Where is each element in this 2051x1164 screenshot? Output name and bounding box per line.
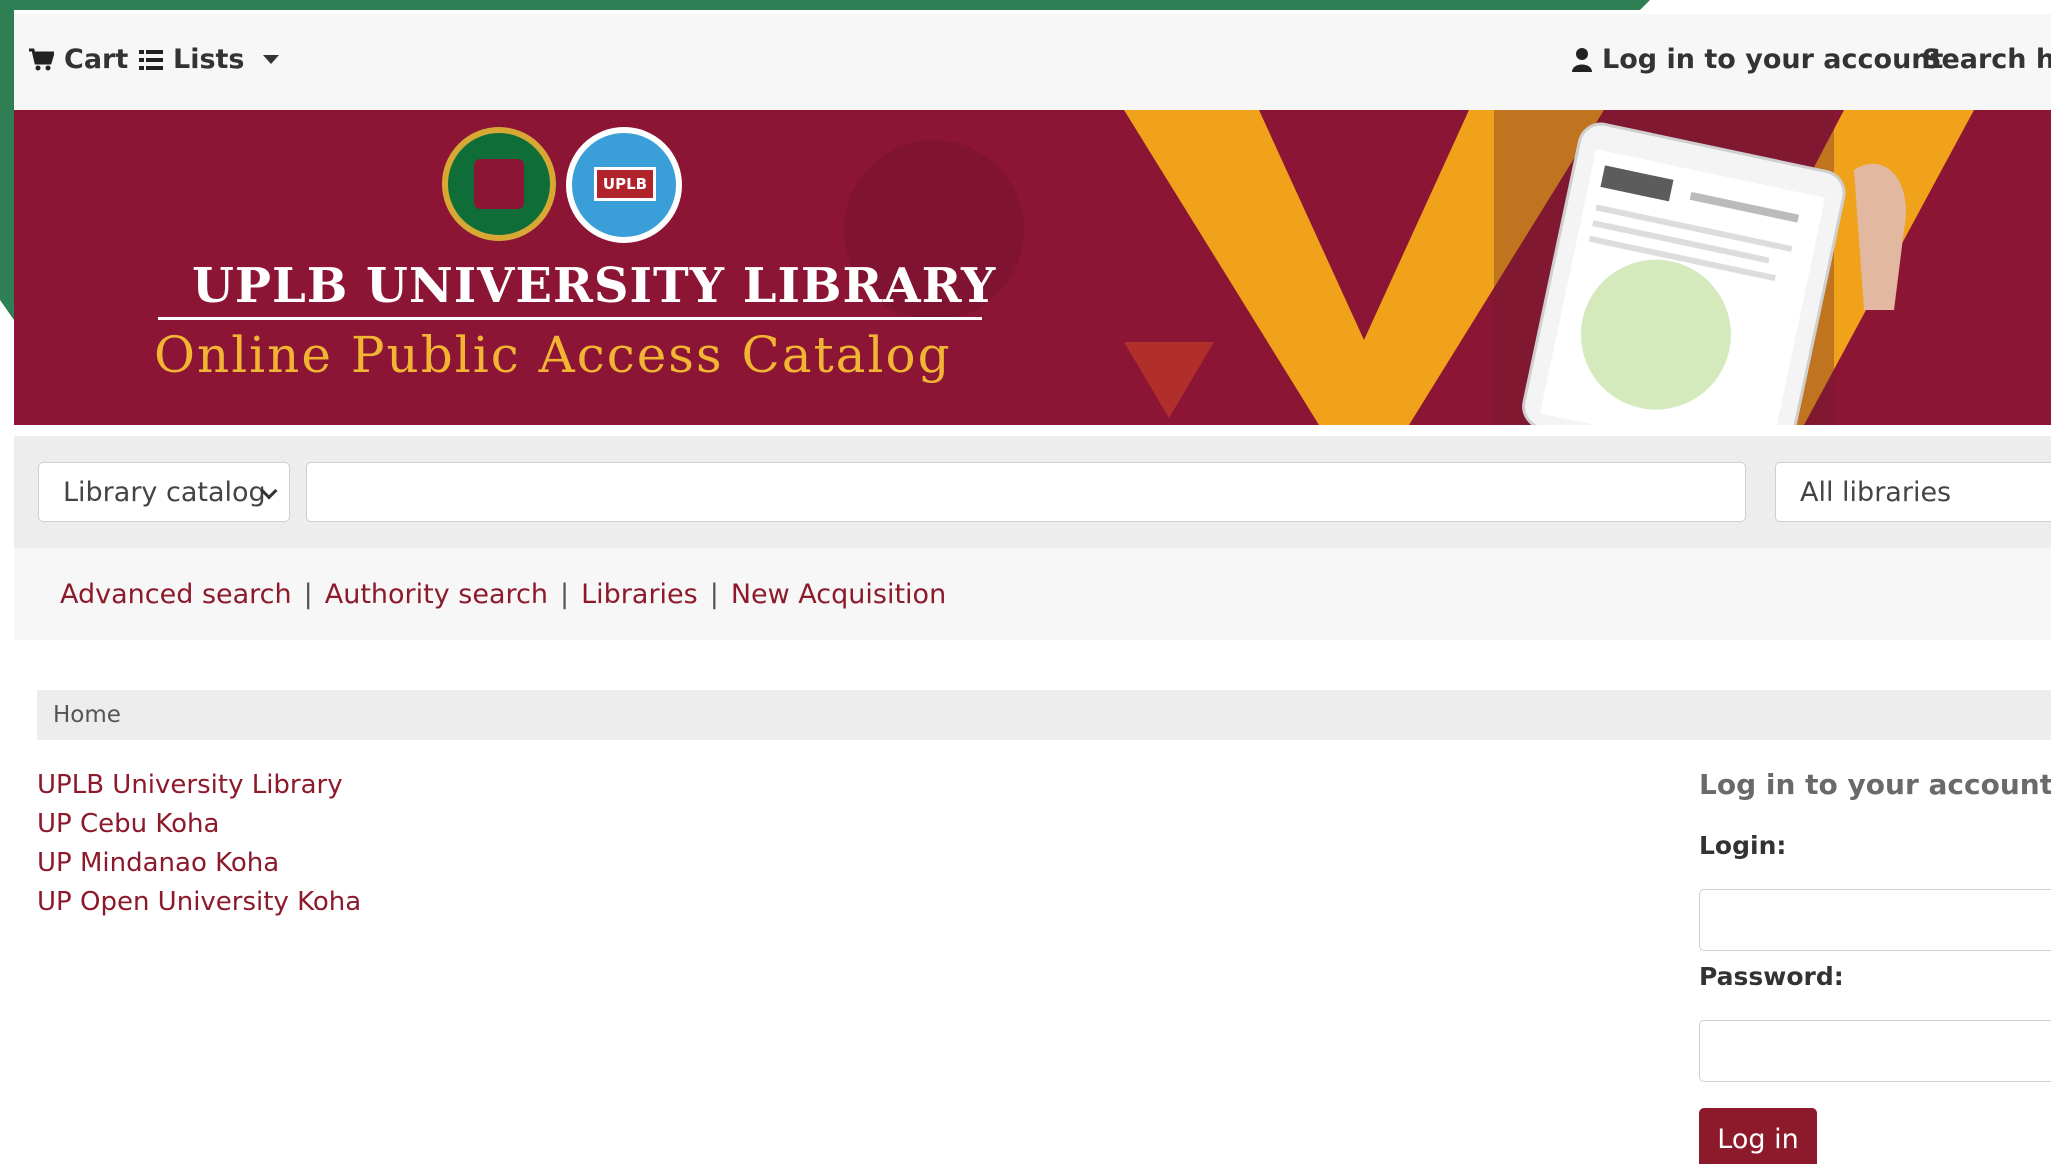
search-input[interactable]	[306, 462, 1746, 522]
password-input[interactable]	[1699, 1020, 2051, 1082]
search-bar: Library catalog All libraries	[14, 436, 2051, 548]
separator: |	[709, 578, 719, 610]
authority-search-link[interactable]: Authority search	[325, 579, 548, 610]
login-input[interactable]	[1699, 889, 2051, 951]
new-acquisition-link[interactable]: New Acquisition	[731, 579, 946, 610]
separator: |	[303, 578, 313, 610]
login-button[interactable]: Log in	[1699, 1108, 1817, 1164]
page: Cart Lists Log in to your account Search…	[0, 0, 2051, 1164]
up-seal-logo	[442, 127, 556, 241]
advanced-search-link[interactable]: Advanced search	[60, 579, 292, 610]
link-uplb-university-library[interactable]: UPLB University Library	[37, 766, 361, 805]
cart-icon	[29, 48, 54, 70]
cart-label: Cart	[64, 44, 129, 75]
login-link-label: Log in to your account	[1602, 44, 1944, 75]
library-select-value: All libraries	[1800, 476, 1952, 508]
breadcrumb: Home	[37, 690, 2051, 740]
banner-subtitle: Online Public Access Catalog	[154, 326, 952, 384]
search-history-link[interactable]: Search his	[1922, 44, 2051, 75]
user-icon	[1572, 47, 1592, 72]
more-searches-bar: Advanced search | Authority search | Lib…	[14, 548, 2051, 640]
chevron-down-icon	[262, 55, 279, 64]
catalog-select-value: Library catalog	[63, 476, 266, 508]
lists-label: Lists	[173, 44, 245, 75]
library-select[interactable]: All libraries	[1775, 462, 2051, 522]
login-field-label: Login:	[1699, 831, 1787, 860]
library-links-list: UPLB University Library UP Cebu Koha UP …	[37, 766, 361, 922]
uplb-seal-logo: UPLB	[566, 127, 682, 243]
uplb-seal-text: UPLB	[594, 167, 656, 201]
list-icon	[139, 49, 163, 70]
library-banner: UPLB UPLB UNIVERSITY LIBRARY Online Publ…	[14, 110, 2051, 425]
catalog-select[interactable]: Library catalog	[38, 462, 290, 522]
password-field-label: Password:	[1699, 962, 1844, 991]
link-up-mindanao-koha[interactable]: UP Mindanao Koha	[37, 844, 361, 883]
libraries-link[interactable]: Libraries	[581, 579, 698, 610]
banner-divider	[158, 317, 982, 320]
top-navbar: Cart Lists Log in to your account Search…	[14, 14, 2051, 110]
banner-title: UPLB UNIVERSITY LIBRARY	[192, 258, 997, 314]
search-history-label: Search his	[1922, 44, 2051, 75]
separator: |	[560, 578, 570, 610]
link-up-open-university-koha[interactable]: UP Open University Koha	[37, 883, 361, 922]
link-up-cebu-koha[interactable]: UP Cebu Koha	[37, 805, 361, 844]
cart-link[interactable]: Cart	[28, 44, 128, 75]
breadcrumb-home[interactable]: Home	[53, 702, 121, 728]
login-link[interactable]: Log in to your account	[1572, 44, 1943, 75]
login-heading: Log in to your account:	[1699, 768, 2051, 801]
lists-dropdown[interactable]: Lists	[139, 44, 279, 75]
